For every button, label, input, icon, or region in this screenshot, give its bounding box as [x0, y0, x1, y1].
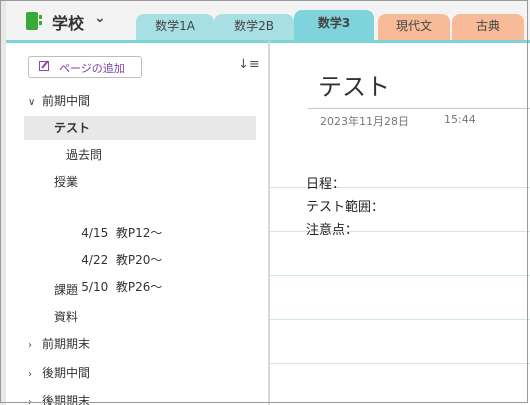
window-frame — [0, 0, 528, 403]
